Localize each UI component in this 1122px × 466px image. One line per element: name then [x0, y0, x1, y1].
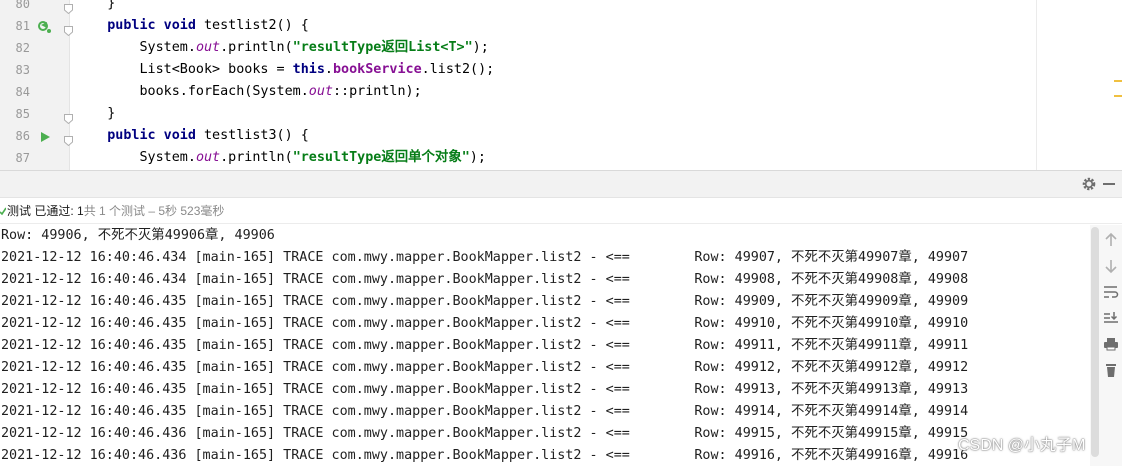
code-token: List<Book> books =	[75, 62, 293, 77]
watermark: CSDN @小丸子M	[958, 437, 1086, 454]
line-number: 80	[15, 0, 30, 11]
line-number: 83	[15, 63, 30, 77]
code-token: .println(	[220, 150, 293, 165]
arrow-up-icon[interactable]	[1102, 231, 1120, 249]
line-number: 85	[15, 107, 30, 121]
console-output[interactable]: Row: 49906, 不死不灭第49906章, 49906 2021-12-12…	[0, 225, 1090, 466]
line-number: 86	[15, 129, 30, 143]
soft-wrap-icon[interactable]	[1102, 283, 1120, 301]
console-line: 2021-12-12 16:40:46.436 [main-165] TRACE…	[1, 448, 969, 463]
console-line: 2021-12-12 16:40:46.435 [main-165] TRACE…	[1, 382, 969, 397]
line-number: 81	[15, 19, 30, 33]
code-line: System.out.println("resultType返回单个对象");	[75, 147, 486, 169]
console-side-toolbar	[1100, 225, 1122, 466]
code-token: this	[292, 62, 325, 77]
warning-stripe-mark[interactable]	[1114, 95, 1122, 97]
run-icon[interactable]	[38, 129, 52, 143]
code-line: List<Book> books = this.bookService.list…	[75, 59, 494, 81]
code-token: out	[195, 40, 221, 55]
arrow-down-icon[interactable]	[1102, 257, 1120, 275]
editor-gutter: 80 81 82 83 84 85 86 87	[0, 0, 73, 170]
code-token: testlist3() {	[204, 128, 309, 143]
fold-marker-icon[interactable]	[64, 21, 73, 37]
code-token: }	[75, 106, 116, 121]
code-token: ::println);	[332, 84, 422, 99]
console-line: Row: 49906, 不死不灭第49906章, 49906	[1, 228, 275, 243]
code-line: System.out.println("resultType返回List<T>"…	[75, 37, 489, 59]
code-token: books.forEach(System.	[75, 84, 309, 99]
test-status-bar: 测试 已通过: 1共 1 个测试 – 5秒 523毫秒	[0, 198, 1122, 224]
code-token: System.	[75, 40, 196, 55]
trash-icon[interactable]	[1102, 361, 1120, 379]
console-line: 2021-12-12 16:40:46.434 [main-165] TRACE…	[1, 250, 969, 265]
code-line: public void testlist2() {	[75, 15, 309, 37]
code-token: out	[195, 150, 221, 165]
code-token: "resultType返回List<T>"	[292, 40, 473, 55]
code-token: public void	[107, 128, 204, 143]
code-token: .println(	[220, 40, 293, 55]
run-test-passed-icon[interactable]	[38, 19, 52, 33]
code-token: .list2();	[421, 62, 495, 77]
code-token: .	[324, 62, 333, 77]
fold-marker-icon[interactable]	[64, 109, 73, 125]
code-line: }	[75, 0, 115, 15]
code-token: System.	[75, 150, 196, 165]
console-line: 2021-12-12 16:40:46.435 [main-165] TRACE…	[1, 294, 969, 309]
code-token: public void	[107, 18, 204, 33]
tests-summary: 共 1 个测试 – 5秒 523毫秒	[83, 204, 225, 218]
scroll-to-end-icon[interactable]	[1102, 309, 1120, 327]
console-line: 2021-12-12 16:40:46.435 [main-165] TRACE…	[1, 360, 969, 375]
console-line: 2021-12-12 16:40:46.434 [main-165] TRACE…	[1, 272, 969, 287]
code-line: }	[75, 103, 115, 125]
fold-marker-icon[interactable]	[64, 0, 73, 15]
console-line: 2021-12-12 16:40:46.435 [main-165] TRACE…	[1, 316, 969, 331]
code-token: out	[308, 84, 333, 99]
code-line: public void testlist3() {	[75, 125, 309, 147]
tests-passed-label: 测试 已通过: 1	[7, 204, 84, 218]
code-token: }	[75, 0, 116, 11]
code-token: testlist2() {	[204, 18, 309, 33]
minimize-icon[interactable]	[1103, 183, 1115, 185]
code-token: );	[472, 40, 489, 55]
test-status-text: 测试 已通过: 1共 1 个测试 – 5秒 523毫秒	[7, 198, 224, 224]
console-line: 2021-12-12 16:40:46.435 [main-165] TRACE…	[1, 338, 969, 353]
code-token: bookService	[332, 62, 422, 77]
console-line: 2021-12-12 16:40:46.435 [main-165] TRACE…	[1, 404, 969, 419]
line-number: 87	[15, 151, 30, 165]
console-scroll-thumb[interactable]	[1091, 227, 1099, 457]
fold-marker-icon[interactable]	[64, 131, 73, 147]
gear-icon[interactable]	[1081, 176, 1097, 192]
code-token: );	[469, 150, 486, 165]
error-stripe	[1036, 0, 1122, 170]
code-token: "resultType返回单个对象"	[292, 150, 470, 165]
check-icon	[0, 203, 7, 217]
warning-stripe-mark[interactable]	[1114, 80, 1122, 82]
line-number: 82	[15, 41, 30, 55]
print-icon[interactable]	[1102, 335, 1120, 353]
run-panel-header	[0, 170, 1122, 198]
console-line: 2021-12-12 16:40:46.436 [main-165] TRACE…	[1, 426, 969, 441]
code-editor[interactable]: 80 81 82 83 84 85 86 87 } public void testlist2…	[0, 0, 1122, 170]
line-number: 84	[15, 85, 30, 99]
code-line: books.forEach(System.out::println);	[75, 81, 422, 103]
